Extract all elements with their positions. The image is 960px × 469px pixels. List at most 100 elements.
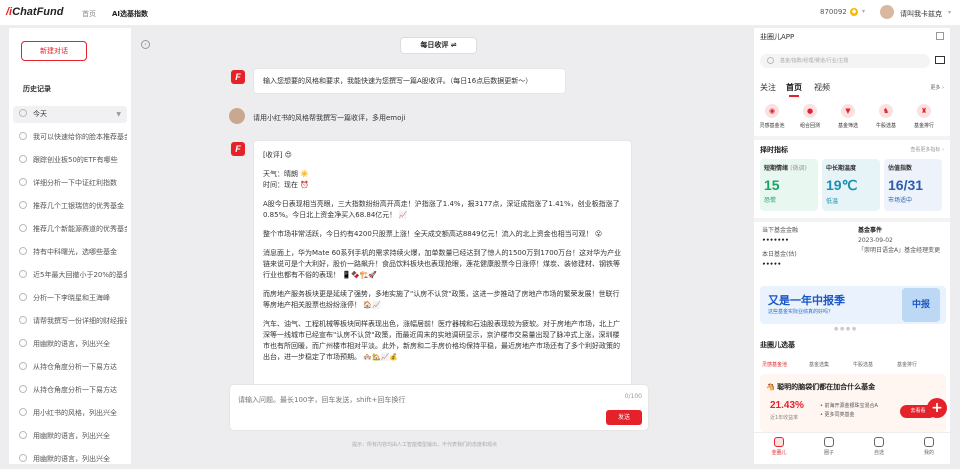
fund-card[interactable]: 🐴 聪明的脑袋们都在加合什么基金 21.43% 近1年收益率 • 前海开源金银珠… [760, 374, 946, 432]
history-item[interactable]: 从持仓角度分析一下易方达 [13, 359, 127, 376]
fund-event-card[interactable]: 基金事件 2023-09-02 「崇明日语金A」基金经理变更 [858, 226, 946, 256]
add-button[interactable]: + [927, 398, 947, 418]
tab-home[interactable]: 首页 [786, 82, 802, 97]
chevron-down-icon[interactable]: ▾ [948, 9, 951, 16]
chatfund-logo[interactable]: /iChatFund [6, 6, 63, 18]
collapse-icon[interactable]: ▼ [116, 106, 121, 123]
history-item[interactable]: 持有中科曙光，选哪些基金 [13, 244, 127, 261]
quick-label: 牛股选基 [875, 123, 896, 129]
tab-video[interactable]: 视频 [814, 82, 830, 93]
history-item-label: 我可以快速给你的脸本推荐基金吗？ [33, 133, 127, 141]
history-sidebar: 新建对话 历史记录 今天 ▼ 我可以快速给你的脸本推荐基金吗？ 跟踪创业板50的ETF… [9, 28, 131, 464]
nav-jiuquan[interactable]: 韭圈儿 [764, 437, 794, 456]
fund-pool-icon[interactable]: ◉ [765, 104, 779, 118]
chat-icon [19, 224, 27, 232]
history-item[interactable]: 用幽默的语言，列出兴全 [13, 451, 127, 468]
chat-icon [19, 155, 27, 163]
answer-paragraph: 而房地产服务板块更是延续了强势，多地实施了"认房不认贷"政策，这进一步推动了房地… [263, 290, 620, 309]
history-item-label: 从持仓角度分析一下易方达 [33, 386, 117, 394]
chat-icon [19, 270, 27, 278]
answer-paragraph: [收评] 😍 [263, 151, 292, 159]
section-title: 韭圈儿选基 [760, 341, 795, 349]
chevron-down-icon[interactable]: ▾ [862, 8, 865, 15]
quick-label: 灵感基金池 [759, 123, 785, 129]
chat-icon [19, 109, 27, 117]
more-link[interactable]: 更多 › [930, 84, 944, 91]
bot-avatar-icon: F [231, 70, 245, 84]
nav-ai-index[interactable]: AI选基指数 [112, 9, 148, 19]
history-item-label: 用幽默的语言，列出兴全 [33, 432, 110, 440]
top-bar: /iChatFund 首页 AI选基指数 870092 ◆ ▾ 请叫我卡兹克 ▾ [0, 0, 960, 26]
history-item-label: 请帮我撰写一份详细的财经报告 [33, 317, 127, 325]
fund-tab[interactable]: 牛股选基 [853, 361, 873, 368]
topic-selector[interactable]: 每日收评 ⇌ [400, 37, 477, 54]
fund-tab[interactable]: 灵感基金池 [762, 361, 787, 368]
disclaimer: 提示：所有内容均由人工智能模型输出，不代表我们的态度和观点 [352, 442, 498, 448]
chat-input[interactable] [238, 394, 568, 406]
indicator-card[interactable]: 估值指数 16/31 市场适中 [884, 159, 942, 211]
promo-banner[interactable]: 又是一年中报季 这些基金实际业绩真的好吗？ 中报 [760, 286, 946, 324]
panel-title: 韭圈儿APP [760, 33, 795, 41]
char-counter: 0/100 [624, 393, 642, 400]
history-item[interactable]: 用幽默的语言，列出兴全 [13, 428, 127, 445]
bookmark-icon [874, 437, 884, 447]
indicator-card[interactable]: 中长期温度 19℃ 低温 [822, 159, 880, 211]
report-icon: 中报 [902, 288, 940, 322]
chat-icon [19, 178, 27, 186]
user-avatar[interactable] [880, 5, 894, 19]
home-icon [774, 437, 784, 447]
answer-paragraph: 汽车、油气、工程机械等板块同样表现出色，涨幅居前！医疗器械和石油股表现较为疲软。… [263, 320, 620, 361]
fund-summary-card[interactable]: 当下基金金融 ••••••• 本日基金(估) ••••• [762, 226, 798, 270]
nav-watchlist[interactable]: 自选 [864, 437, 894, 456]
indicator-card[interactable]: 短期情绪 (微调) 15 恐慌 [760, 159, 818, 211]
nav-home[interactable]: 首页 [82, 9, 96, 19]
history-item[interactable]: 用幽默的语言，列出兴全 [13, 336, 127, 353]
nav-mine[interactable]: 我的 [914, 437, 944, 456]
chat-icon [19, 431, 27, 439]
window-icon[interactable] [936, 32, 944, 40]
quick-label: 组合回测 [799, 123, 820, 129]
bull-icon[interactable]: ♞ [879, 104, 893, 118]
nav-circle[interactable]: 圈子 [814, 437, 844, 456]
new-chat-button[interactable]: 新建对话 [21, 41, 87, 61]
answer-paragraph: A股今日表现相当亮眼，三大指数纷纷高开高走！沪指涨了1.4%，报3177点，深证… [263, 200, 620, 219]
history-item[interactable]: 跟踪创业板50的ETF有哪些 [13, 152, 127, 169]
history-item[interactable]: 近5年最大回撤小于20%的基金 [13, 267, 127, 284]
chat-icon [19, 385, 27, 393]
history-item-label: 从持仓角度分析一下易方达 [33, 363, 117, 371]
quick-label: 基金筛选 [837, 123, 858, 129]
chat-icon [824, 437, 834, 447]
mail-icon[interactable] [935, 56, 945, 64]
history-item-label: 近5年最大回撤小于20%的基金 [33, 271, 127, 279]
user-message: 请用小红书的风格帮我撰写一篇收评，多用emoji [253, 114, 406, 122]
ranking-icon[interactable]: ♜ [917, 104, 931, 118]
username[interactable]: 请叫我卡兹克 [900, 9, 942, 19]
history-item[interactable]: 用小红书的风格，列出兴全 [13, 405, 127, 422]
history-item[interactable]: 推荐几个新能源赛道的优秀基金 [13, 221, 127, 238]
panel-search[interactable]: 基金/指数/经理/赛道/行业/主题 [760, 54, 930, 68]
indicator-title: 择时指标 [760, 146, 788, 154]
history-item-label: 跟踪创业板50的ETF有哪些 [33, 156, 118, 164]
bot-answer-message: [收评] 😍 天气：晴朗 ☀️ 时间：现在 ⏰ A股今日表现相当亮眼，三大指数纷纷高… [253, 140, 632, 415]
send-button[interactable]: 发送 [606, 410, 642, 425]
history-item[interactable]: 分析一下李晓星和王海峰 [13, 290, 127, 307]
bot-avatar-icon: F [231, 142, 245, 156]
filter-icon[interactable]: ▼ [841, 104, 855, 118]
fund-tab[interactable]: 基金选集 [809, 361, 829, 368]
chat-icon [19, 454, 27, 462]
backtest-icon[interactable]: ● [803, 104, 817, 118]
history-item[interactable]: 请帮我撰写一份详细的财经报告 [13, 313, 127, 330]
indicator-more-link[interactable]: 查看更多指标 › [910, 146, 944, 153]
history-group-today[interactable]: 今天 ▼ [13, 106, 127, 123]
history-item[interactable]: 详细分析一下中证红利指数 [13, 175, 127, 192]
quick-label: 基金排行 [913, 123, 934, 129]
history-item[interactable]: 从持仓角度分析一下易方达 [13, 382, 127, 399]
history-item[interactable]: 推荐几个工银瑞信的优秀基金 [13, 198, 127, 215]
tab-follow[interactable]: 关注 [760, 82, 776, 93]
user-avatar [229, 108, 245, 124]
divider [754, 136, 950, 140]
fund-tab[interactable]: 基金排行 [897, 361, 917, 368]
search-icon [767, 57, 774, 64]
answer-paragraph: 消息面上，华为Mate 60系列手机的需求持续火爆，加单数量已经达到了惊人的15… [263, 249, 622, 279]
history-item[interactable]: 我可以快速给你的脸本推荐基金吗？ [13, 129, 127, 146]
